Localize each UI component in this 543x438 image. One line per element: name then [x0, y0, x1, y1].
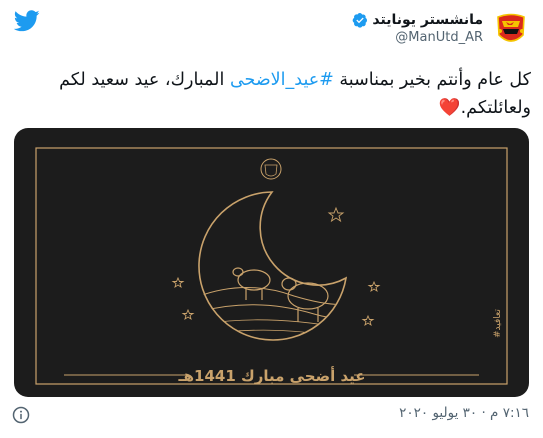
gold-frame	[35, 147, 508, 385]
man-utd-crest-icon	[491, 10, 531, 50]
tweet-text-part1: كل عام وأنتم بخير بمناسبة	[333, 70, 531, 90]
author-names: مانشستر يونايتد @ManUtd_AR	[352, 8, 483, 45]
tweet-timestamp[interactable]: ٧:١٦ م · ٣٠ يوليو ٢٠٢٠	[399, 405, 529, 421]
verified-badge-icon	[353, 13, 368, 28]
side-hashtag-text: #تعافيد	[493, 309, 503, 338]
tweet-media-image[interactable]: عيد أضحى مبارك 1441هـ #تعافيد	[14, 128, 529, 397]
hashtag-link[interactable]: #عيد_الاضحى	[230, 70, 334, 90]
author-display-name[interactable]: مانشستر يونايتد	[372, 12, 483, 28]
info-icon[interactable]	[12, 406, 30, 424]
red-heart-emoji: ❤️	[438, 98, 461, 118]
display-name-row: مانشستر يونايتد	[352, 12, 483, 28]
eid-illustration: عيد أضحى مبارك 1441هـ #تعافيد	[35, 147, 508, 385]
avatar[interactable]	[489, 8, 533, 52]
hills-scene	[198, 286, 346, 337]
tweet-card: مانشستر يونايتد @ManUtd_AR كل عام وأنتم …	[0, 0, 543, 438]
crest-outline-icon	[260, 158, 282, 180]
sheep-left-icon	[232, 267, 271, 300]
crescent-moon	[198, 191, 348, 341]
eid-greeting-text: عيد أضحى مبارك 1441هـ	[177, 366, 365, 385]
tweet-text: كل عام وأنتم بخير بمناسبة #عيد_الاضحى ال…	[13, 66, 531, 122]
twitter-bird-icon[interactable]	[14, 10, 40, 32]
author-handle[interactable]: @ManUtd_AR	[352, 30, 483, 45]
author-block[interactable]: مانشستر يونايتد @ManUtd_AR	[352, 8, 533, 52]
